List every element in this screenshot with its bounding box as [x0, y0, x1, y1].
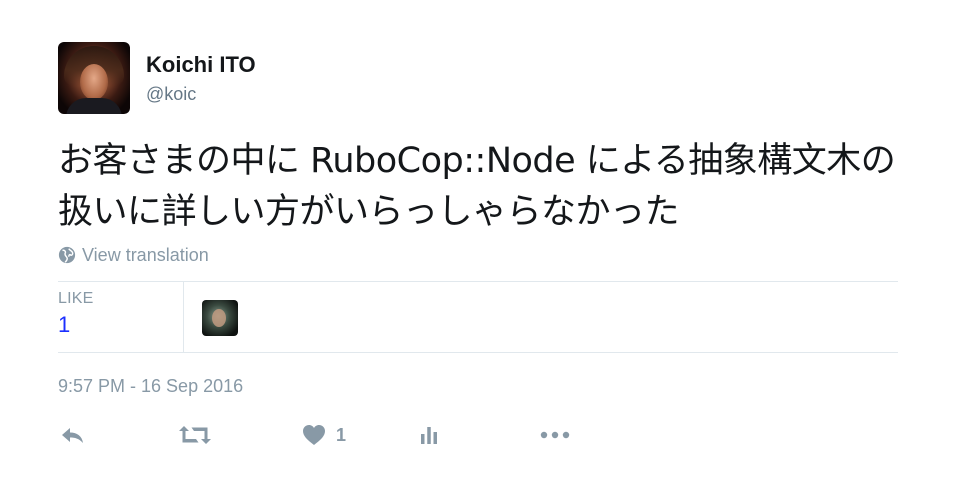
like-button[interactable]: 1 [302, 420, 346, 450]
view-translation-label: View translation [82, 244, 209, 265]
reply-button[interactable] [60, 420, 86, 450]
author-screen-name[interactable]: @koic [146, 84, 196, 105]
tweet-timestamp[interactable]: 9:57 PM - 16 Sep 2016 [58, 376, 243, 397]
author-avatar[interactable] [58, 42, 130, 114]
analytics-button[interactable] [418, 420, 440, 450]
reply-icon [62, 428, 83, 443]
globe-icon [58, 246, 76, 264]
likes-stat-label: LIKE [58, 290, 94, 307]
liker-avatar[interactable] [202, 300, 238, 336]
avatar-shirt [66, 98, 122, 114]
likes-stat-value: 1 [58, 312, 71, 337]
stats-separator [183, 282, 184, 352]
analytics-icon [421, 427, 437, 444]
avatar-face [80, 64, 108, 100]
heart-icon [303, 425, 325, 445]
like-count: 1 [336, 424, 347, 445]
liker-face [212, 309, 226, 327]
likes-stat[interactable]: LIKE 1 [58, 290, 94, 338]
retweet-icon [179, 426, 211, 444]
view-translation-link[interactable]: View translation [58, 244, 209, 266]
tweet-text: お客さまの中に RuboCop::Node による抽象構文木の扱いに詳しい方がい… [58, 141, 896, 232]
more-button[interactable] [540, 420, 570, 450]
retweet-button[interactable] [178, 420, 212, 450]
author-display-name[interactable]: Koichi ITO [146, 52, 256, 78]
stats-top-divider [58, 281, 898, 282]
tweet-actions: 1 [58, 420, 618, 450]
stats-bottom-divider [58, 352, 898, 353]
more-icon [540, 431, 570, 439]
